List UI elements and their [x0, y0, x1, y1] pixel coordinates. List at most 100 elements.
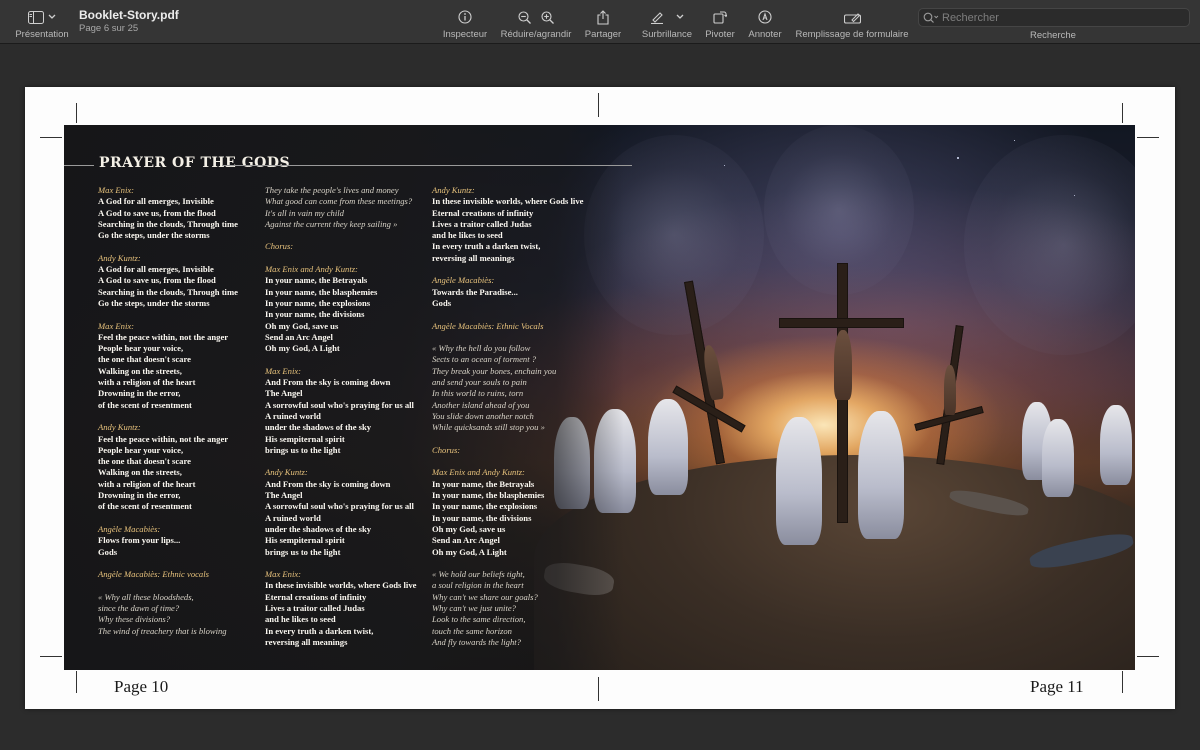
- lyrics-stanza: Angèle Macabiès: Flows from your lips... G…: [98, 524, 258, 558]
- view-menu-button[interactable]: Présentation: [8, 0, 76, 44]
- lyric-line: of the scent of resentment: [98, 399, 192, 410]
- lyric-line: And From the sky is coming down: [265, 377, 391, 388]
- lyrics-stanza: Andy Kuntz: In these invisible worlds, wh…: [432, 185, 607, 264]
- lyric-line: They take the people's lives and money: [265, 185, 399, 195]
- speaker-label: Max Enix:: [98, 185, 135, 195]
- lyric-line: Eternal creations of infinity: [265, 591, 367, 602]
- speaker-label: Andy Kuntz:: [265, 467, 308, 478]
- rotate-icon: [713, 6, 727, 28]
- star: [1014, 140, 1015, 141]
- lyric-line: What good can come from these meetings?: [265, 196, 413, 207]
- song-title: PRAYER OF THE GODS: [99, 155, 291, 171]
- lyric-line: Against the current they keep sailing »: [265, 218, 398, 229]
- cross-center-beam: [779, 318, 904, 328]
- crop-mark: [1137, 656, 1159, 657]
- form-fill-button[interactable]: Remplissage de formulaire: [792, 0, 912, 44]
- lyric-line: The Angel: [265, 388, 303, 399]
- zoom-out-icon: [518, 10, 531, 24]
- lyric-line: brings us to the light: [265, 444, 341, 455]
- lyric-line: Drowning in the error,: [98, 490, 181, 501]
- lyric-line: Lives a traitor called Judas: [432, 218, 532, 229]
- title-rule: [222, 165, 632, 166]
- lyric-line: touch the same horizon: [432, 625, 512, 636]
- toolbar: Présentation Booklet-Story.pdf Page 6 su…: [0, 0, 1200, 44]
- lyrics-stanza: Andy Kuntz: Feel the peace within, not th…: [98, 422, 258, 512]
- lyric-line: and he likes to seed: [432, 230, 503, 241]
- lyric-line: Drowning in the error,: [98, 388, 181, 399]
- lyric-line: In these invisible worlds, where Gods li…: [265, 580, 417, 591]
- lyrics-stanza: « We hold our beliefs tight, a soul relig…: [432, 569, 607, 648]
- share-icon: [597, 6, 609, 28]
- lyric-line: In every truth a darken twist,: [432, 241, 541, 252]
- highlight-label: Surbrillance: [641, 29, 693, 40]
- form-fill-icon: [843, 6, 861, 28]
- lyric-line: a soul religion in the heart: [432, 580, 524, 591]
- booklet-artwork: PRAYER OF THE GODS Max Enix: A God for al…: [64, 125, 1135, 670]
- lyric-line: Walking on the streets,: [98, 467, 182, 478]
- rotate-button[interactable]: Pivoter: [702, 0, 738, 44]
- crop-mark: [598, 93, 599, 117]
- lyric-line: Oh my God, save us: [432, 523, 506, 534]
- chevron-down-icon: [48, 14, 56, 19]
- crop-mark: [40, 137, 62, 138]
- highlight-button[interactable]: Surbrillance: [638, 0, 696, 44]
- lyric-line: Another island ahead of you: [432, 399, 530, 410]
- lyric-line: Send an Arc Angel: [265, 331, 333, 342]
- lyric-line: Searching in the clouds, Through time: [98, 218, 238, 229]
- zoom-button[interactable]: Réduire/agrandir: [496, 0, 576, 44]
- lyric-line: with a religion of the heart: [98, 478, 196, 489]
- document-viewport[interactable]: PRAYER OF THE GODS Max Enix: A God for al…: [0, 44, 1200, 750]
- lyrics-stanza: Max Enix and Andy Kuntz: In your name, th…: [265, 264, 425, 354]
- star: [957, 157, 959, 159]
- search-field[interactable]: [918, 8, 1190, 27]
- priest-figure: [1100, 405, 1132, 485]
- speaker-label: Max Enix:: [265, 365, 302, 376]
- lyric-line: In every truth a darken twist,: [265, 625, 374, 636]
- lyrics-stanza: Angèle Macabiès: Ethnic Vocals: [432, 321, 607, 332]
- annotate-button[interactable]: Annoter: [745, 0, 785, 44]
- priest-figure: [776, 417, 822, 545]
- search-icon: [923, 12, 939, 23]
- lyric-line: « Why the hell do you follow: [432, 343, 531, 354]
- view-label: Présentation: [15, 29, 69, 40]
- lyrics-column-1: Max Enix: A God for all emerges, Invisibl…: [98, 185, 258, 648]
- lyric-line: In your name, the divisions: [432, 512, 532, 523]
- lyric-line: His sempiternal spirit: [265, 535, 345, 546]
- lyric-line: Feel the peace within, not the anger: [98, 433, 229, 444]
- crop-mark: [598, 677, 599, 701]
- share-label: Partager: [584, 29, 622, 40]
- crop-mark: [1137, 137, 1159, 138]
- lyric-line: brings us to the light: [265, 546, 341, 557]
- lyric-line: the one that doesn't scare: [98, 456, 191, 467]
- lyric-line: In your name, the blasphemies: [265, 286, 378, 297]
- lyric-line: Sects to an ocean of torment ?: [432, 354, 537, 365]
- speaker-label: Max Enix:: [98, 320, 135, 331]
- lyric-line: The wind of treachery that is blowing: [98, 625, 227, 636]
- search-input[interactable]: [942, 11, 1172, 24]
- lyric-line: Eternal creations of infinity: [432, 207, 534, 218]
- lyric-line: Why these divisions?: [98, 614, 171, 625]
- lyric-line: Send an Arc Angel: [432, 535, 500, 546]
- lyric-line: While quicksands still stop you »: [432, 422, 545, 433]
- rotate-label: Pivoter: [705, 29, 735, 40]
- lyric-line: People hear your voice,: [98, 343, 184, 354]
- lyric-line: Gods: [432, 297, 452, 308]
- lyric-line: In your name, the explosions: [432, 501, 538, 512]
- inspector-button[interactable]: Inspecteur: [438, 0, 492, 44]
- share-button[interactable]: Partager: [580, 0, 626, 44]
- lyric-line: In your name, the Betrayals: [265, 275, 368, 286]
- lyric-line: Feel the peace within, not the anger: [98, 331, 229, 342]
- lyric-line: Flows from your lips...: [98, 535, 181, 546]
- crucified-figure-center: [834, 330, 852, 400]
- crop-mark: [76, 103, 77, 123]
- speaker-label: Angèle Macabiès:: [432, 275, 495, 286]
- lyric-line: A God to save us, from the flood: [98, 275, 216, 286]
- speaker-label: Chorus:: [265, 241, 294, 252]
- zoom-in-icon: [541, 10, 554, 24]
- priest-figure: [858, 411, 904, 539]
- crop-mark: [40, 656, 62, 657]
- lyric-line: Towards the Paradise...: [432, 286, 518, 297]
- crop-mark: [1122, 103, 1123, 123]
- page-number-right: Page 11: [1030, 677, 1084, 696]
- lyric-line: « We hold our beliefs tight,: [432, 569, 525, 580]
